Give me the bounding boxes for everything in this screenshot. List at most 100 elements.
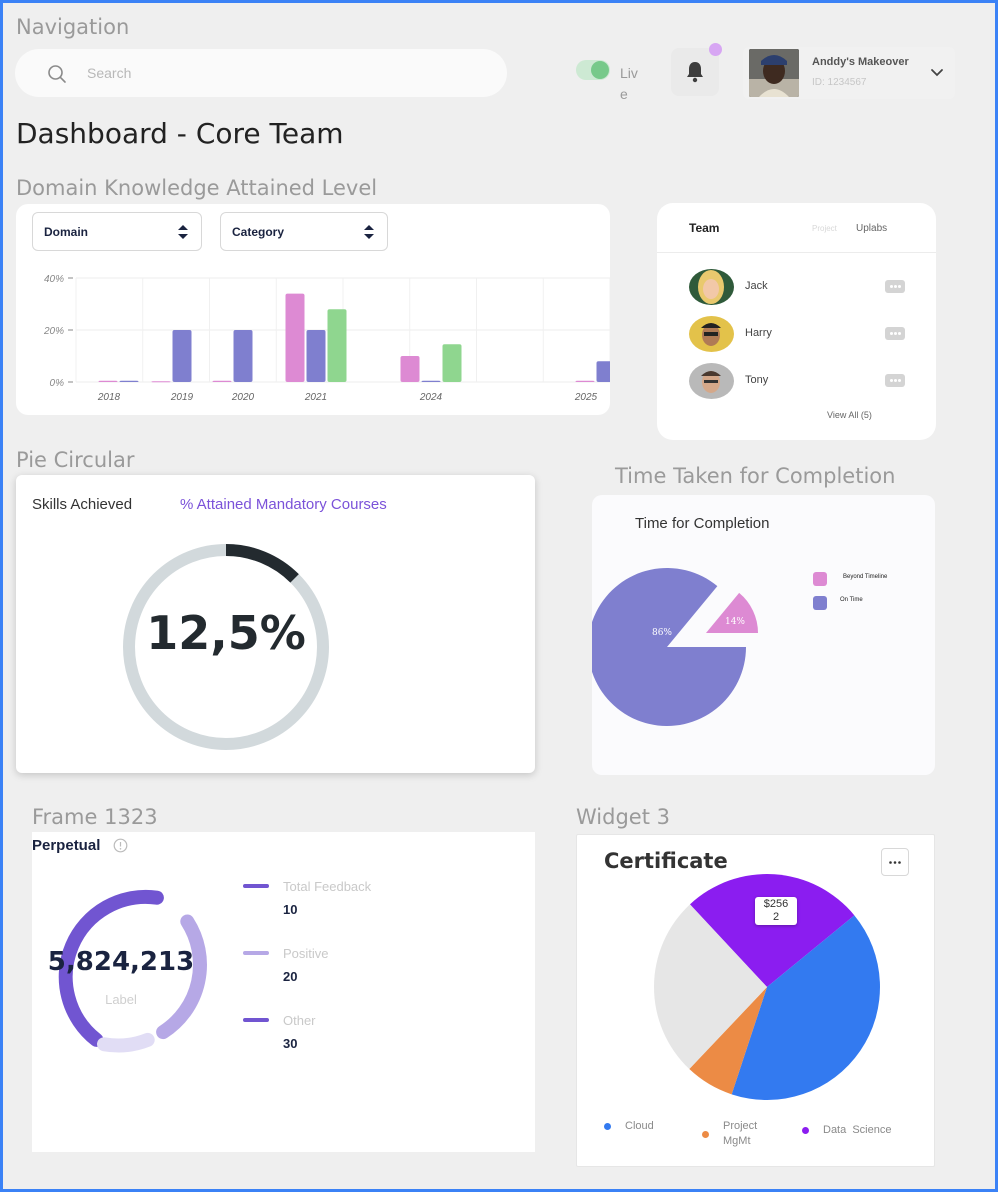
legend-dot xyxy=(604,1123,611,1130)
perpetual-label: Label xyxy=(105,992,137,1007)
legend-beyond-label: Beyond Timeline xyxy=(843,574,888,580)
skills-card: Skills Achieved % Attained Mandatory Cou… xyxy=(16,475,535,773)
legend-label: Other xyxy=(283,1013,316,1028)
legend-value: 20 xyxy=(283,969,298,984)
time-card: Time for Completion 86% 14% Beyond Timeli… xyxy=(592,495,935,775)
avatar xyxy=(689,269,734,305)
bar xyxy=(327,309,347,382)
x-tick-label: 2020 xyxy=(231,392,255,403)
domain-section-title: Domain Knowledge Attained Level xyxy=(16,176,378,200)
perpetual-value: 5,824,213 xyxy=(47,947,195,977)
perpetual-title: Perpetual xyxy=(32,837,101,854)
info-icon[interactable] xyxy=(113,838,128,853)
tab-project[interactable]: Project xyxy=(812,224,837,233)
legend-value: 10 xyxy=(283,902,298,917)
bar xyxy=(575,380,595,382)
tooltip-line-2: 2 xyxy=(772,911,780,923)
message-icon[interactable] xyxy=(885,374,905,387)
legend-line xyxy=(243,951,269,955)
bar-chart: 0% 20% 40% 2018 2019 2020 2021 2024 2025 xyxy=(43,274,610,403)
pie-label-beyond: 14% xyxy=(725,617,745,627)
chevron-down-icon[interactable] xyxy=(930,68,944,78)
bar xyxy=(596,361,610,382)
bar xyxy=(172,330,192,382)
team-member-name: Tony xyxy=(745,374,769,386)
live-label: Live xyxy=(620,65,638,102)
legend-data-science: Data Science xyxy=(823,1124,892,1136)
bar xyxy=(400,356,420,382)
time-pie-chart: 86% 14% xyxy=(592,568,758,726)
donut-segment-other xyxy=(97,1032,155,1053)
team-member-row[interactable]: Harry xyxy=(689,316,909,352)
navigation-section-title: Navigation xyxy=(16,15,130,39)
certificate-card: Certificate $256 2 Cloud Project MgMt Da… xyxy=(576,834,935,1167)
avatar xyxy=(689,316,734,352)
tab-skills-achieved[interactable]: Skills Achieved xyxy=(32,496,132,513)
team-card: Team Project Uplabs Jack Harry Tony View… xyxy=(657,203,936,440)
live-toggle[interactable] xyxy=(576,60,610,80)
team-member-name: Harry xyxy=(745,327,772,339)
bell-icon xyxy=(687,62,703,83)
y-tick-label: 0% xyxy=(50,378,65,389)
frame-section-title: Frame 1323 xyxy=(32,805,158,829)
search-icon xyxy=(48,65,66,83)
divider xyxy=(657,252,936,253)
bar xyxy=(285,293,305,382)
x-tick-label: 2019 xyxy=(170,392,194,403)
widget-section-title: Widget 3 xyxy=(576,805,670,829)
bar xyxy=(306,330,326,382)
legend-dot xyxy=(802,1127,809,1134)
legend-cloud: Cloud xyxy=(625,1120,654,1132)
search-input[interactable]: Search xyxy=(87,65,131,81)
bar xyxy=(212,380,232,382)
profile-id: ID: 1234567 xyxy=(812,77,867,88)
domain-chart-card: Domain Category 0% 20% 40% 2018 2019 2020 2021… xyxy=(16,204,610,415)
x-tick-label: 2024 xyxy=(419,392,443,403)
team-member-row[interactable]: Jack xyxy=(689,269,909,305)
pie-circular-section-title: Pie Circular xyxy=(16,448,135,472)
legend-project-1: Project xyxy=(723,1120,758,1132)
page-title: Dashboard - Core Team xyxy=(16,117,344,150)
tab-team[interactable]: Team xyxy=(689,221,719,235)
view-all-link[interactable]: View All (5) xyxy=(827,410,872,420)
pie-label-on-time: 86% xyxy=(652,628,672,638)
avatar xyxy=(689,363,734,399)
domain-select-label: Domain xyxy=(44,225,89,239)
notification-badge xyxy=(709,43,722,56)
avatar xyxy=(749,49,799,97)
pie-slice-on-time xyxy=(592,568,746,726)
legend-label: Positive xyxy=(283,946,329,961)
sort-arrows-icon xyxy=(364,225,374,239)
team-member-row[interactable]: Tony xyxy=(689,363,909,399)
legend-swatch-beyond xyxy=(813,572,827,586)
legend-label: Total Feedback xyxy=(283,879,372,894)
team-member-name: Jack xyxy=(745,280,768,292)
bar xyxy=(98,380,118,382)
message-icon[interactable] xyxy=(885,327,905,340)
legend-project-2: MgMt xyxy=(723,1135,751,1147)
bar xyxy=(233,330,253,382)
legend-line xyxy=(243,884,269,888)
bar xyxy=(119,380,139,382)
bar xyxy=(421,380,441,382)
search-bar[interactable]: Search xyxy=(15,49,507,97)
pie-tooltip: $256 2 xyxy=(755,897,797,925)
profile-name: Anddy's Makeover xyxy=(812,56,909,68)
x-tick-label: 2018 xyxy=(97,392,121,403)
tab-uplabs[interactable]: Uplabs xyxy=(856,223,887,234)
legend-on-time-label: On Time xyxy=(840,597,863,603)
category-select[interactable]: Category xyxy=(220,212,388,251)
message-icon[interactable] xyxy=(885,280,905,293)
y-tick-label: 20% xyxy=(43,326,64,337)
x-tick-label: 2025 xyxy=(574,392,598,403)
domain-select[interactable]: Domain xyxy=(32,212,202,251)
sort-arrows-icon xyxy=(178,225,188,239)
certificate-pie-chart xyxy=(654,874,880,1100)
category-select-label: Category xyxy=(232,225,285,239)
legend-value: 30 xyxy=(283,1036,298,1051)
x-tick-label: 2021 xyxy=(304,392,327,403)
tab-mandatory-courses[interactable]: % Attained Mandatory Courses xyxy=(180,496,387,513)
skills-value: 12,5% xyxy=(146,606,306,660)
bar xyxy=(151,381,171,383)
y-tick-label: 40% xyxy=(44,274,64,285)
